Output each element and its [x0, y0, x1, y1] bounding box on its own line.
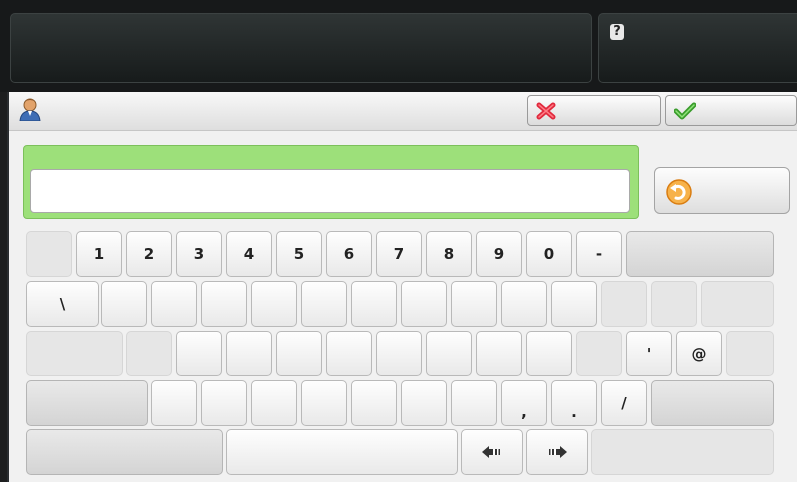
key-6[interactable]: 6 [326, 231, 372, 277]
key-blank[interactable] [101, 281, 147, 327]
key-label: 7 [393, 245, 405, 263]
user-icon [19, 98, 41, 121]
key-blank[interactable] [26, 429, 223, 475]
help-icon[interactable]: ? [610, 24, 624, 40]
panel-header [9, 92, 797, 131]
text-entry-frame [23, 145, 639, 219]
key-label: ' [646, 345, 652, 363]
arrow-right-icon [527, 445, 587, 463]
key-4[interactable]: 4 [226, 231, 272, 277]
key-.[interactable]: . [551, 380, 597, 426]
key-blank[interactable] [251, 281, 297, 327]
key-blank[interactable] [351, 380, 397, 426]
key-blank [576, 331, 622, 376]
key-blank [701, 281, 774, 327]
key-blank[interactable] [301, 380, 347, 426]
key-label: \ [59, 295, 66, 313]
key-label: 3 [193, 245, 205, 263]
key-label: - [595, 245, 603, 263]
key-9[interactable]: 9 [476, 231, 522, 277]
undo-icon [666, 179, 692, 205]
cursor-right-key[interactable] [526, 429, 588, 475]
key-blank[interactable] [451, 380, 497, 426]
key-blank [726, 331, 774, 376]
key-blank[interactable] [251, 380, 297, 426]
key-7[interactable]: 7 [376, 231, 422, 277]
key-blank[interactable] [201, 380, 247, 426]
key-label: 2 [143, 245, 155, 263]
confirm-button[interactable] [665, 95, 797, 126]
key-blank[interactable] [426, 331, 472, 376]
key-blank[interactable] [176, 331, 222, 376]
key-3[interactable]: 3 [176, 231, 222, 277]
key-0[interactable]: 0 [526, 231, 572, 277]
key-,[interactable]: , [501, 380, 547, 426]
key-@[interactable]: @ [676, 331, 722, 376]
key-2[interactable]: 2 [126, 231, 172, 277]
key-label: 0 [543, 245, 555, 263]
space-key[interactable] [226, 429, 458, 475]
key-label: 6 [343, 245, 355, 263]
key-blank[interactable] [26, 380, 148, 426]
key--[interactable]: - [576, 231, 622, 277]
key-label: 8 [443, 245, 455, 263]
key-label: 9 [493, 245, 505, 263]
key-blank[interactable] [201, 281, 247, 327]
key-blank[interactable] [226, 331, 272, 376]
key-5[interactable]: 5 [276, 231, 322, 277]
key-blank[interactable] [476, 331, 522, 376]
key-blank[interactable] [301, 281, 347, 327]
key-blank[interactable] [501, 281, 547, 327]
check-icon [674, 102, 696, 120]
key-blank[interactable] [451, 281, 497, 327]
key-blank[interactable] [151, 380, 197, 426]
close-icon [536, 102, 556, 120]
key-blank[interactable] [651, 380, 774, 426]
status-bar: ? [0, 0, 797, 92]
key-blank[interactable] [401, 281, 447, 327]
keyboard-panel: 1 2 3 4 5 6 7 8 9 0 - \ ' @,. / [7, 92, 797, 482]
key-blank [126, 331, 172, 376]
key-blank[interactable] [376, 331, 422, 376]
key-label: , [521, 403, 527, 421]
key-8[interactable]: 8 [426, 231, 472, 277]
key-blank [26, 331, 123, 376]
key-/[interactable]: / [601, 380, 647, 426]
key-blank[interactable] [526, 331, 572, 376]
key-blank [651, 281, 697, 327]
key-blank [591, 429, 774, 475]
key-blank[interactable] [351, 281, 397, 327]
key-'[interactable]: ' [626, 331, 672, 376]
cursor-left-key[interactable] [461, 429, 523, 475]
key-label: / [621, 394, 627, 412]
key-blank [601, 281, 647, 327]
key-blank[interactable] [276, 331, 322, 376]
key-\[interactable]: \ [26, 281, 99, 327]
undo-button[interactable] [654, 167, 790, 214]
key-1[interactable]: 1 [76, 231, 122, 277]
status-display [10, 13, 592, 83]
key-label: @ [691, 345, 707, 363]
cancel-button[interactable] [527, 95, 661, 126]
key-blank[interactable] [151, 281, 197, 327]
key-label: 4 [243, 245, 255, 263]
key-blank[interactable] [551, 281, 597, 327]
text-input[interactable] [30, 169, 630, 213]
key-blank [26, 231, 72, 277]
key-label: 1 [93, 245, 105, 263]
key-label: . [571, 403, 577, 421]
help-area[interactable]: ? [598, 13, 797, 83]
key-blank[interactable] [401, 380, 447, 426]
key-label: 5 [293, 245, 305, 263]
key-blank[interactable] [626, 231, 774, 277]
key-blank[interactable] [326, 331, 372, 376]
arrow-left-icon [462, 445, 522, 463]
